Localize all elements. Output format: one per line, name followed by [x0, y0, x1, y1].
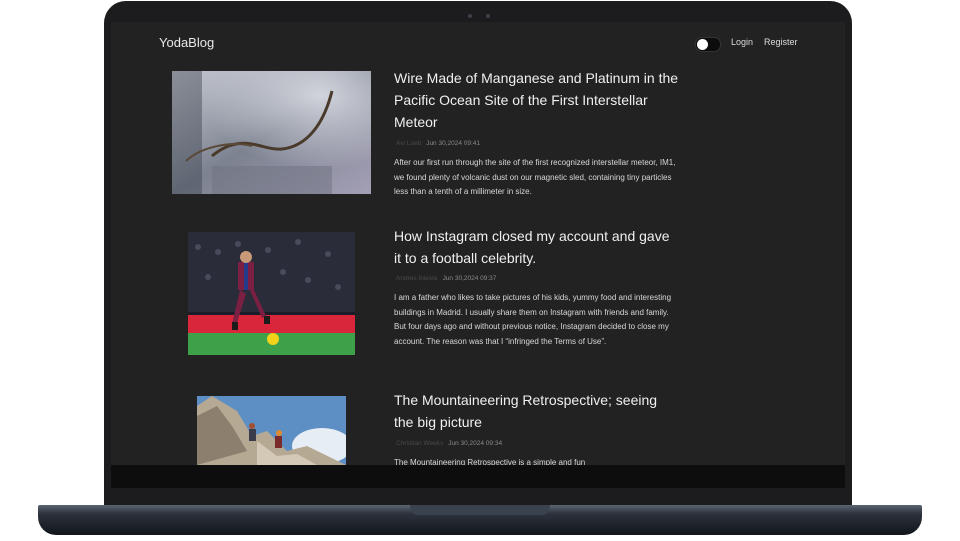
- post-date: Jun 30,2024 09:34: [448, 440, 503, 447]
- screen-bottom-bezel: [111, 465, 845, 488]
- post-excerpt: I am a father who likes to take pictures…: [394, 293, 672, 346]
- login-link[interactable]: Login: [731, 37, 753, 47]
- post-author[interactable]: Christian Weeks: [396, 440, 443, 447]
- theme-toggle[interactable]: [695, 37, 721, 52]
- post-thumbnail[interactable]: [188, 232, 355, 355]
- post-author[interactable]: Avi Loeb: [396, 140, 421, 147]
- post-meta: Andres Iniesta Jun 30,2024 09:37: [396, 275, 496, 282]
- post-thumbnail[interactable]: [197, 396, 346, 465]
- post-date: Jun 30,2024 09:41: [426, 140, 481, 147]
- laptop-frame: YodaBlog Login Register Wire Made of Man…: [0, 0, 960, 541]
- toggle-knob: [697, 39, 708, 50]
- post-meta: Avi Loeb Jun 30,2024 09:41: [396, 140, 480, 147]
- laptop-notch: [410, 505, 550, 515]
- brand-logo[interactable]: YodaBlog: [159, 35, 214, 50]
- browser-viewport: YodaBlog Login Register Wire Made of Man…: [111, 22, 845, 465]
- post-thumbnail[interactable]: [172, 71, 371, 194]
- register-link[interactable]: Register: [764, 37, 798, 47]
- post-title[interactable]: The Mountaineering Retrospective; seeing…: [394, 389, 679, 433]
- post-title[interactable]: Wire Made of Manganese and Platinum in t…: [394, 67, 679, 133]
- post-author[interactable]: Andres Iniesta: [396, 275, 438, 282]
- post-date: Jun 30,2024 09:37: [442, 275, 497, 282]
- sensor-icon: [486, 14, 490, 18]
- camera-icon: [468, 14, 472, 18]
- post-meta: Christian Weeks Jun 30,2024 09:34: [396, 440, 502, 447]
- post-title[interactable]: How Instagram closed my account and gave…: [394, 225, 679, 269]
- post-excerpt: The Mountaineering Retrospective is a si…: [394, 458, 586, 465]
- post-excerpt: After our first run through the site of …: [394, 158, 676, 196]
